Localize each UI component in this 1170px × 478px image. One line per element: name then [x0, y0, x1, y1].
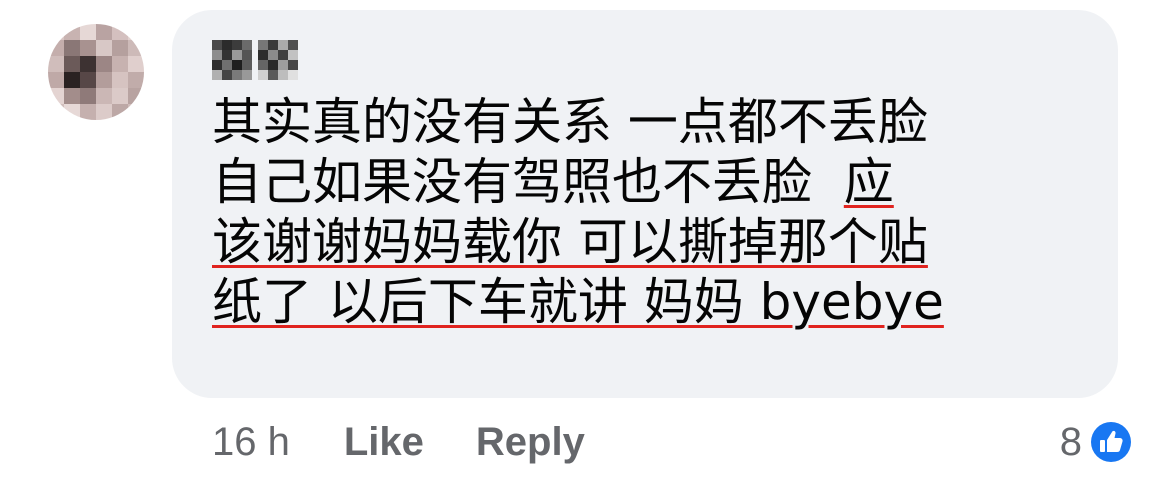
- avatar-pixel: [64, 104, 80, 120]
- avatar-pixel: [64, 88, 80, 104]
- avatar-pixel: [128, 104, 144, 120]
- name-pixel: [242, 40, 252, 50]
- comment-segment-highlighted: 应: [843, 153, 894, 211]
- name-pixel: [222, 70, 232, 80]
- avatar-pixel: [112, 104, 128, 120]
- name-pixel: [212, 40, 222, 50]
- avatar-pixel: [112, 24, 128, 40]
- comment-actions: 16 h Like Reply: [212, 412, 637, 472]
- name-pixel: [212, 60, 222, 70]
- name-pixel: [242, 50, 252, 60]
- avatar-pixel: [96, 56, 112, 72]
- comment-segment: 自己如果没有驾照也不丢脸: [212, 153, 844, 211]
- avatar-pixel: [80, 72, 96, 88]
- avatar-pixel: [128, 56, 144, 72]
- author-name-pixels: [212, 40, 252, 80]
- name-pixel: [278, 70, 288, 80]
- comment-text: 其实真的没有关系 一点都不丢脸 自己如果没有驾照也不丢脸 应 该谢谢妈妈载你 可…: [212, 92, 1092, 332]
- avatar-pixel: [96, 88, 112, 104]
- avatar-pixel: [80, 24, 96, 40]
- avatar-pixel: [80, 104, 96, 120]
- comment-segment: 其实真的没有关系 一点都不丢脸: [212, 93, 928, 151]
- name-pixel: [278, 40, 288, 50]
- name-pixel: [258, 50, 268, 60]
- avatar-pixel: [64, 56, 80, 72]
- avatar-pixel: [128, 24, 144, 40]
- name-pixel: [288, 50, 298, 60]
- avatar-pixel: [112, 40, 128, 56]
- avatar-pixel: [48, 56, 64, 72]
- comment-line: 其实真的没有关系 一点都不丢脸: [212, 92, 1092, 152]
- comment-line: 纸了 以后下车就讲 妈妈 byebye: [212, 272, 1092, 332]
- comment-segment-highlighted: 纸了 以后下车就讲 妈妈 byebye: [212, 273, 944, 331]
- avatar-pixel: [112, 88, 128, 104]
- name-pixel: [232, 60, 242, 70]
- name-pixel: [268, 60, 278, 70]
- comment-line: 自己如果没有驾照也不丢脸 应: [212, 152, 1092, 212]
- name-pixel: [258, 60, 268, 70]
- author-name-redacted[interactable]: [212, 40, 298, 80]
- comment-segment-highlighted: 该谢谢妈妈载你 可以撕掉那个贴: [212, 213, 928, 271]
- name-pixel: [268, 40, 278, 50]
- timestamp[interactable]: 16 h: [212, 420, 290, 465]
- name-pixel: [278, 50, 288, 60]
- avatar-pixel: [48, 104, 64, 120]
- avatar-pixel: [80, 88, 96, 104]
- avatar-pixel: [48, 88, 64, 104]
- thumbs-up-icon: [1088, 419, 1134, 465]
- name-pixel: [268, 70, 278, 80]
- name-pixel: [212, 50, 222, 60]
- comment-line: 该谢谢妈妈载你 可以撕掉那个贴: [212, 212, 1092, 272]
- reply-button[interactable]: Reply: [476, 420, 585, 465]
- avatar-pixel: [96, 72, 112, 88]
- avatar-pixel: [64, 72, 80, 88]
- name-pixel: [288, 40, 298, 50]
- avatar-pixel: [96, 24, 112, 40]
- avatar-pixel: [96, 104, 112, 120]
- reaction-count: 8: [1059, 419, 1082, 464]
- name-pixel: [222, 40, 232, 50]
- name-pixel: [242, 70, 252, 80]
- name-pixel: [232, 40, 242, 50]
- avatar-pixel: [48, 24, 64, 40]
- avatar-pixel: [128, 88, 144, 104]
- name-pixel: [258, 40, 268, 50]
- comment: 其实真的没有关系 一点都不丢脸 自己如果没有驾照也不丢脸 应 该谢谢妈妈载你 可…: [0, 0, 1170, 478]
- avatar-pixel: [128, 72, 144, 88]
- avatar-pixel: [80, 40, 96, 56]
- name-pixel: [222, 60, 232, 70]
- name-pixel: [232, 70, 242, 80]
- like-button[interactable]: Like: [344, 420, 424, 465]
- avatar-pixel: [128, 40, 144, 56]
- avatar-pixel: [96, 40, 112, 56]
- name-pixel: [258, 70, 268, 80]
- name-pixel: [232, 50, 242, 60]
- name-pixel: [242, 60, 252, 70]
- avatar-pixel: [112, 56, 128, 72]
- avatar-pixel: [64, 24, 80, 40]
- avatar-pixel: [112, 72, 128, 88]
- name-pixel: [212, 70, 222, 80]
- avatar-pixel: [48, 72, 64, 88]
- avatar[interactable]: [48, 24, 144, 120]
- avatar-pixel: [80, 56, 96, 72]
- avatar-pixel: [64, 40, 80, 56]
- name-pixel: [268, 50, 278, 60]
- name-pixel: [278, 60, 288, 70]
- author-name-pixels: [258, 40, 298, 80]
- name-pixel: [288, 70, 298, 80]
- name-pixel: [288, 60, 298, 70]
- reaction-summary[interactable]: 8: [1060, 412, 1134, 472]
- avatar-pixel: [48, 40, 64, 56]
- name-pixel: [222, 50, 232, 60]
